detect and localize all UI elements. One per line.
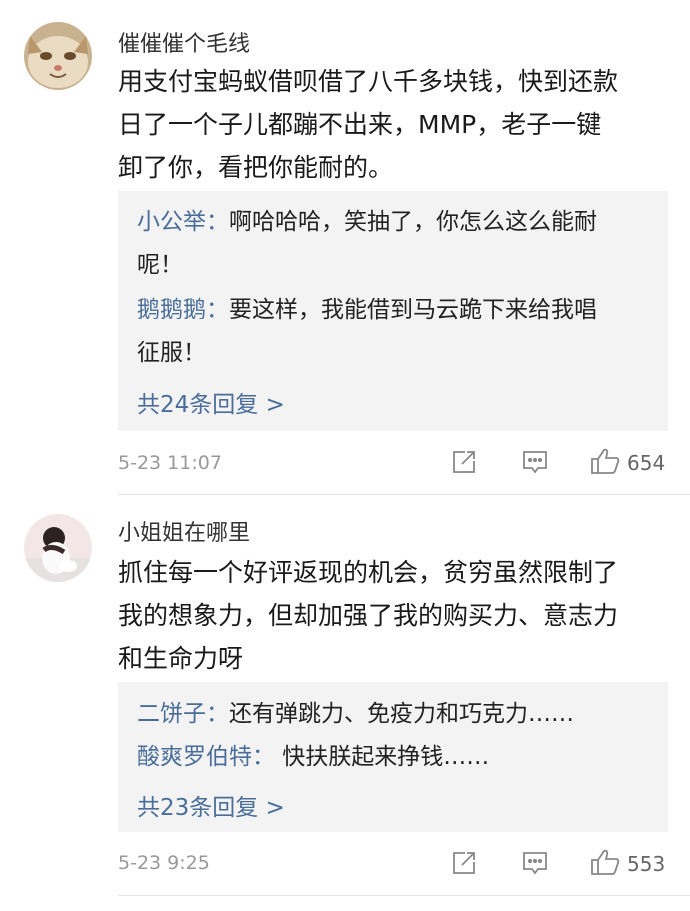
- comment-username[interactable]: 催催催个毛线: [118, 26, 250, 58]
- comment-body: 用支付宝蚂蚁借呗借了八千多块钱，快到还款 日了一个子儿都蹦不出来，MMP，老子一…: [118, 60, 678, 189]
- comment-line: 用支付宝蚂蚁借呗借了八千多块钱，快到还款: [118, 67, 619, 96]
- more-replies-link[interactable]: 共24条回复 >: [137, 385, 285, 419]
- reply-item[interactable]: 小公举：啊哈哈哈，笑抽了，你怎么这么能耐: [137, 201, 597, 244]
- reply-author[interactable]: 二饼子：: [137, 701, 229, 727]
- share-icon[interactable]: [451, 449, 477, 475]
- girl-avatar-icon[interactable]: [24, 514, 92, 582]
- comment-timestamp: 5-23 9:25: [118, 852, 210, 874]
- reply-text: 要这样，我能借到马云跪下来给我唱: [229, 297, 597, 323]
- reply-author[interactable]: 鹅鹅鹅：: [137, 297, 229, 323]
- comment-username[interactable]: 小姐姐在哪里: [118, 515, 250, 547]
- comment-line: 抓住每一个好评返现的机会，贫穷虽然限制了: [118, 558, 619, 587]
- comment-line: 日了一个子儿都蹦不出来，MMP，老子一键: [118, 110, 602, 139]
- reply-text: 快扶朕起来挣钱……: [275, 744, 490, 770]
- reply-continuation: 呢！: [137, 252, 183, 278]
- thumbs-up-icon[interactable]: [590, 447, 620, 475]
- reply-box: 小公举：啊哈哈哈，笑抽了，你怎么这么能耐 呢！ 鹅鹅鹅：要这样，我能借到马云跪下…: [118, 191, 668, 431]
- comment-item: 催催催个毛线 用支付宝蚂蚁借呗借了八千多块钱，快到还款 日了一个子儿都蹦不出来，…: [0, 0, 690, 495]
- thumbs-up-icon[interactable]: [590, 848, 620, 876]
- like-count: 654: [627, 451, 666, 475]
- comment-line: 和生命力呀: [118, 644, 244, 673]
- comment-line: 我的想象力，但却加强了我的购买力、意志力: [118, 601, 619, 630]
- reply-box: 二饼子：还有弹跳力、免疫力和巧克力…… 酸爽罗伯特： 快扶朕起来挣钱…… 共23…: [118, 682, 668, 832]
- more-replies-link[interactable]: 共23条回复 >: [137, 788, 285, 822]
- reply-author[interactable]: 酸爽罗伯特：: [137, 744, 275, 770]
- comment-body: 抓住每一个好评返现的机会，贫穷虽然限制了 我的想象力，但却加强了我的购买力、意志…: [118, 551, 678, 680]
- comment-item: 小姐姐在哪里 抓住每一个好评返现的机会，贫穷虽然限制了 我的想象力，但却加强了我…: [0, 495, 690, 911]
- comment-line: 卸了你，看把你能耐的。: [118, 153, 394, 182]
- comment-icon[interactable]: [521, 850, 549, 876]
- reply-item[interactable]: 酸爽罗伯特： 快扶朕起来挣钱……: [137, 736, 489, 779]
- share-icon[interactable]: [451, 850, 477, 876]
- reply-continuation: 征服！: [137, 340, 206, 366]
- comment-timestamp: 5-23 11:07: [118, 452, 222, 474]
- reply-item[interactable]: 二饼子：还有弹跳力、免疫力和巧克力……: [137, 693, 574, 736]
- comment-icon[interactable]: [521, 449, 549, 475]
- comment-divider: [118, 895, 690, 896]
- reply-author[interactable]: 小公举：: [137, 209, 229, 235]
- like-count: 553: [627, 852, 666, 876]
- reply-text: 啊哈哈哈，笑抽了，你怎么这么能耐: [229, 209, 597, 235]
- reply-item[interactable]: 鹅鹅鹅：要这样，我能借到马云跪下来给我唱: [137, 289, 597, 332]
- reply-text: 还有弹跳力、免疫力和巧克力……: [229, 701, 574, 727]
- cat-avatar-icon[interactable]: [24, 22, 92, 90]
